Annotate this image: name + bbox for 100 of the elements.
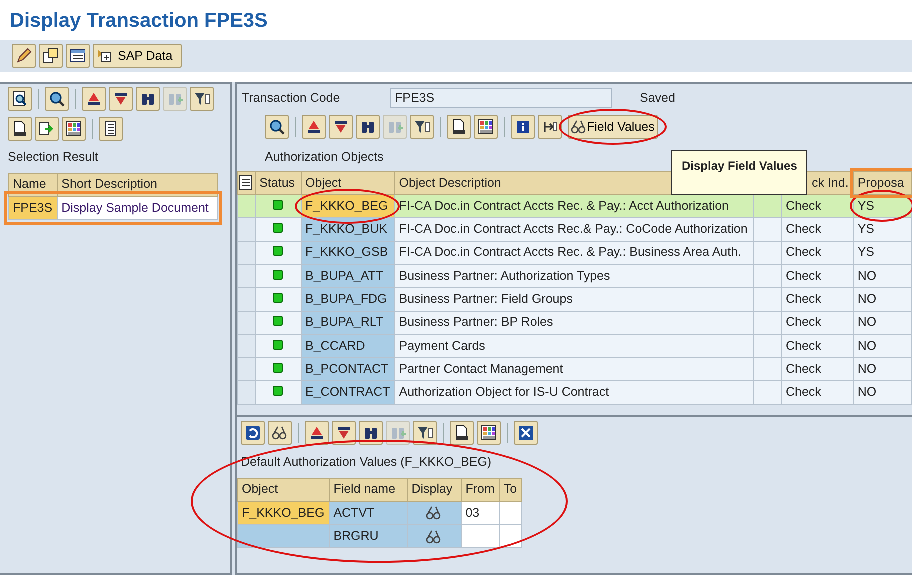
column-header: Proposa — [853, 171, 912, 195]
transaction-code-field[interactable]: FPE3S — [390, 88, 612, 108]
toolbar-button[interactable] — [477, 420, 501, 445]
table-cell[interactable]: B_BUPA_RLT — [301, 311, 395, 334]
table-cell: Check — [781, 334, 854, 358]
table-cell: Check — [781, 218, 854, 242]
toolbar-button[interactable] — [514, 420, 538, 445]
toolbar-button[interactable] — [302, 115, 326, 139]
toolbar-button[interactable] — [241, 420, 265, 445]
column-header: From — [461, 478, 500, 502]
toolbar-button[interactable] — [265, 115, 289, 139]
toolbar-button[interactable] — [332, 420, 356, 445]
toolbar-button[interactable] — [450, 420, 474, 445]
toolbar-button[interactable] — [413, 420, 437, 445]
pencil-icon — [16, 48, 32, 64]
grid-icon — [481, 424, 497, 441]
table-cell: Partner Contact Management — [394, 358, 754, 381]
table-cell: NO — [853, 288, 912, 312]
column-header: Object — [301, 171, 395, 195]
field-values-button[interactable]: Field Values — [568, 115, 658, 139]
toolbar-button[interactable] — [66, 44, 90, 68]
toolbar-button[interactable] — [329, 115, 353, 139]
refresh-icon — [245, 424, 261, 441]
glasses-icon[interactable] — [426, 528, 442, 545]
copy-icon — [43, 48, 59, 64]
search-icon — [49, 91, 65, 107]
table-cell: BRGRU — [329, 524, 408, 548]
glasses-icon[interactable] — [426, 505, 442, 522]
grid-icon — [478, 119, 494, 135]
status-icon — [273, 362, 284, 373]
column-header: Object — [238, 478, 330, 502]
table-cell: Check — [781, 264, 854, 288]
toolbar-button[interactable] — [268, 420, 292, 445]
table-cell[interactable]: B_BUPA_ATT — [301, 264, 395, 288]
status-icon — [273, 270, 284, 280]
toolbar-button[interactable] — [82, 87, 106, 111]
data-icon — [96, 48, 112, 64]
close-icon — [518, 424, 534, 441]
table-cell[interactable]: B_BUPA_FDG — [301, 288, 395, 312]
table-cell: Business Partner: Authorization Types — [394, 264, 754, 288]
table-cell: Check — [781, 241, 854, 264]
toolbar-button[interactable] — [45, 87, 69, 111]
table-cell[interactable]: 03 — [461, 501, 500, 525]
toolbar-button[interactable] — [8, 87, 32, 111]
table-cell: NO — [853, 334, 912, 358]
document-icon — [451, 119, 467, 135]
field-label: Transaction Code — [242, 90, 342, 107]
toolbar-button[interactable] — [538, 115, 562, 139]
table-cell[interactable]: F_KKKO_BEG — [301, 194, 395, 218]
toolbar-button[interactable]: SAP Data — [93, 44, 182, 68]
toolbar-button[interactable] — [410, 115, 434, 139]
toolbar-button[interactable] — [511, 115, 535, 139]
table-cell[interactable]: F_KKKO_GSB — [301, 241, 395, 264]
tooltip: Display Field Values — [671, 150, 807, 195]
toolbar-button[interactable] — [356, 115, 380, 139]
filter-icon — [417, 424, 433, 441]
toolbar-button[interactable] — [305, 420, 329, 445]
table-cell[interactable]: F_KKKO_BUK — [301, 218, 395, 242]
binoculars-plus-icon — [387, 119, 403, 135]
toolbar-button[interactable] — [109, 87, 133, 111]
table-cell: Check — [781, 358, 854, 381]
table-cell[interactable]: FPE3S — [8, 196, 58, 220]
table-cell[interactable]: Display Sample Document — [57, 196, 218, 220]
table-cell[interactable]: B_PCONTACT — [301, 358, 395, 381]
toolbar-button[interactable] — [359, 420, 383, 445]
sort-ascending-icon — [309, 424, 325, 441]
highlight-ellipse — [850, 190, 912, 222]
column-header: Display — [407, 478, 462, 502]
status-icon — [273, 340, 284, 350]
table-cell: YS — [853, 218, 912, 242]
column-header: Status — [255, 171, 302, 195]
toolbar-button[interactable] — [99, 117, 123, 142]
status-icon — [273, 386, 284, 396]
toolbar-button[interactable] — [190, 87, 214, 111]
sort-ascending-icon — [86, 91, 102, 107]
toolbar-button[interactable] — [474, 115, 498, 139]
table-cell: Business Partner: Field Groups — [394, 288, 754, 312]
layout-icon[interactable] — [239, 175, 253, 192]
grid-icon — [66, 121, 82, 138]
sort-descending-icon — [333, 119, 349, 135]
toolbar-button[interactable] — [12, 44, 36, 68]
binoculars-plus-icon — [167, 91, 183, 107]
toolbar-button[interactable] — [62, 117, 86, 142]
magnifier-icon — [12, 91, 28, 107]
binoculars-icon — [360, 119, 376, 135]
glasses-icon — [272, 424, 288, 441]
toolbar-button[interactable] — [35, 117, 59, 142]
info-icon — [515, 119, 531, 135]
toolbar-button[interactable] — [39, 44, 63, 68]
toolbar-button[interactable] — [8, 117, 32, 142]
toolbar-button[interactable] — [136, 87, 160, 111]
export-icon — [39, 121, 55, 138]
status-icon — [273, 293, 284, 303]
table-cell: Payment Cards — [394, 334, 754, 358]
table-cell: Check — [781, 311, 854, 334]
document-icon — [454, 424, 470, 441]
column-header: To — [499, 478, 522, 502]
table-cell[interactable]: E_CONTRACT — [301, 380, 395, 404]
table-cell[interactable]: B_CCARD — [301, 334, 395, 358]
toolbar-button[interactable] — [447, 115, 471, 139]
